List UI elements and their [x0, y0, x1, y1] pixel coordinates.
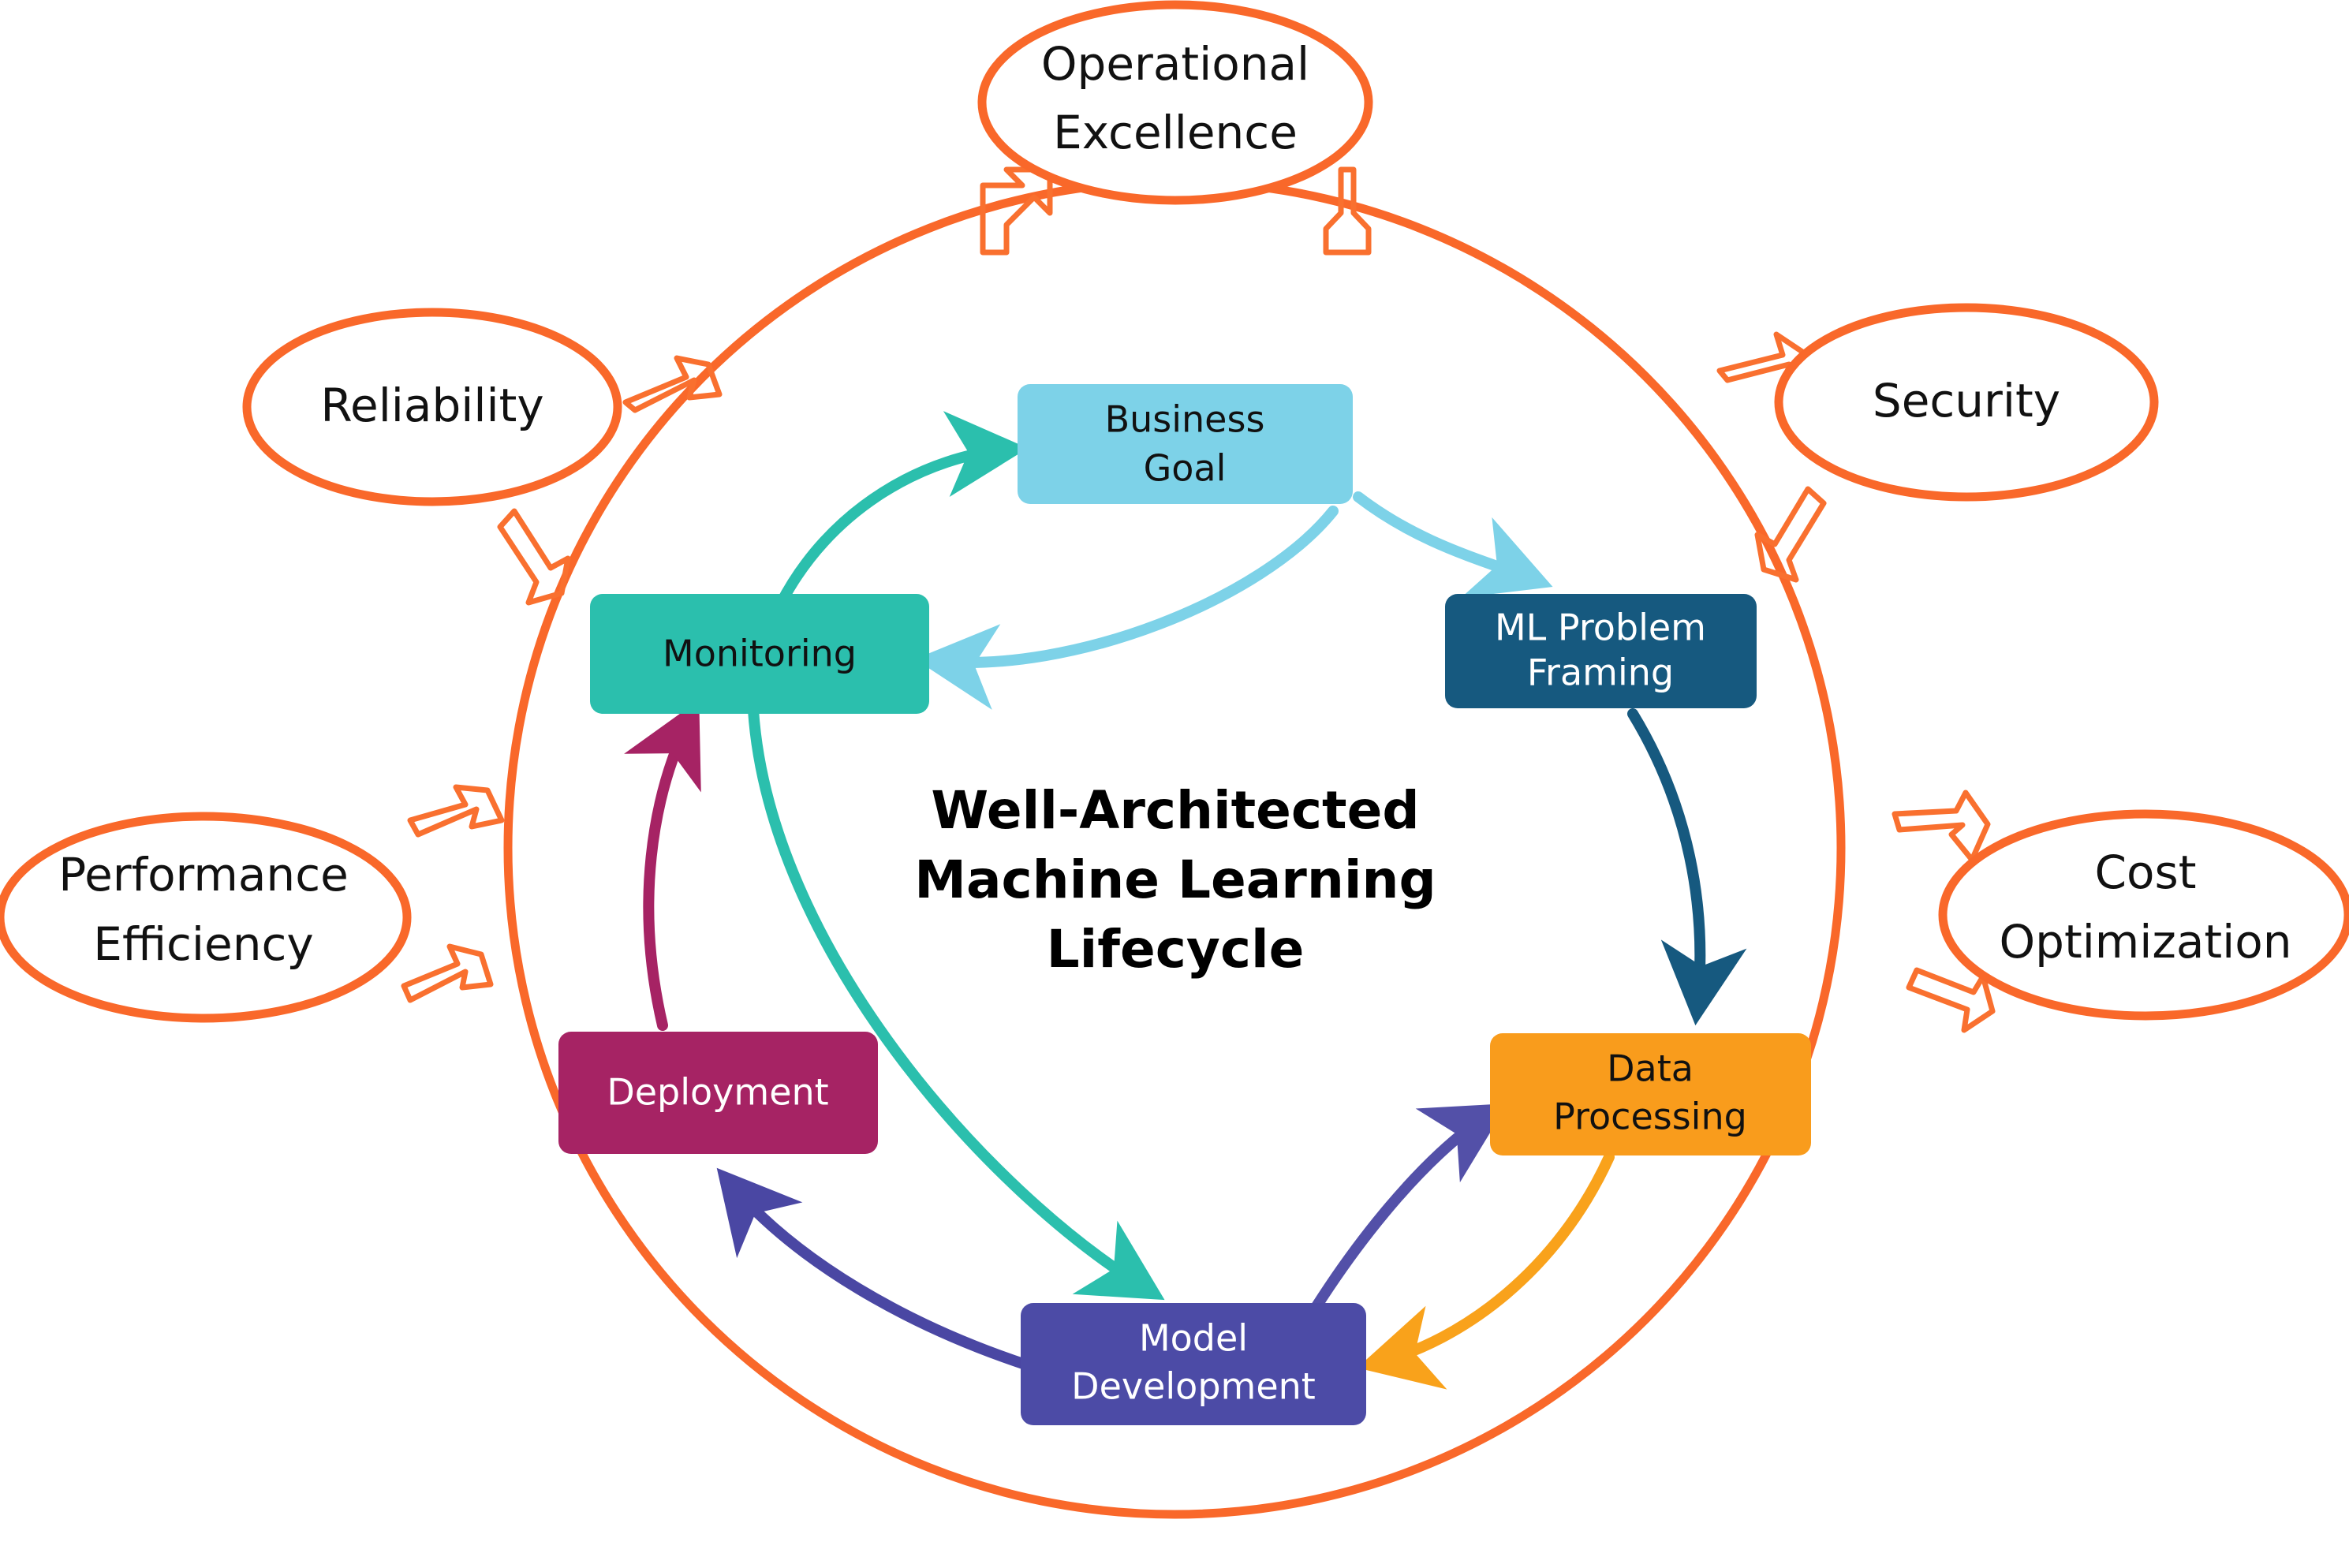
deployment-label-line1: Deployment — [607, 1071, 828, 1114]
diagram-canvas: Operational Excellence Security Cost Opt… — [0, 0, 2349, 1568]
center-title: Well-Architected Machine Learning Lifecy… — [914, 780, 1436, 980]
center-title-line3: Lifecycle — [1047, 919, 1305, 980]
model-development-label-line2: Development — [1071, 1365, 1316, 1408]
ml-problem-framing-label-line1: ML Problem — [1495, 607, 1706, 649]
performance-efficiency-label-line2: Efficiency — [93, 917, 313, 971]
edge-deployment-to-monitoring — [624, 700, 701, 1031]
performance-efficiency-label-line1: Performance — [58, 848, 349, 902]
pillar-performance-efficiency[interactable]: Performance Efficiency — [0, 812, 412, 1023]
pillar-reliability[interactable]: Reliability — [242, 308, 622, 506]
center-title-line1: Well-Architected — [931, 780, 1419, 841]
node-monitoring[interactable]: Monitoring — [590, 594, 929, 714]
edge-ml-problem-framing-to-data-processing — [1627, 708, 1747, 1026]
node-deployment[interactable]: Deployment — [558, 1032, 878, 1154]
edge-model-development-to-deployment — [716, 1167, 1031, 1370]
node-model-development[interactable]: Model Development — [1021, 1303, 1366, 1425]
reliability-label-line1: Reliability — [320, 379, 543, 432]
operational-excellence-ellipse[interactable] — [977, 0, 1373, 205]
business-goal-label-line1: Business — [1105, 398, 1265, 441]
monitoring-label-line1: Monitoring — [663, 633, 857, 675]
pillar-security[interactable]: Security — [1774, 303, 2159, 502]
center-title-line2: Machine Learning — [914, 849, 1436, 910]
connector-performance-efficiency — [401, 784, 505, 1003]
pillar-operational-excellence[interactable]: Operational Excellence — [977, 0, 1373, 205]
well-architected-ml-lifecycle-diagram: Operational Excellence Security Cost Opt… — [0, 0, 2349, 1519]
model-development-label-line1: Model — [1139, 1317, 1248, 1360]
cost-optimization-label-line2: Optimization — [1999, 915, 2291, 969]
operational-excellence-label-line1: Operational — [1041, 37, 1309, 91]
edge-monitoring-to-business-goal — [771, 411, 1029, 617]
edge-business-goal-to-ml-problem-framing — [1353, 491, 1553, 598]
edge-business-goal-to-monitoring — [914, 506, 1339, 710]
data-processing-label-line2: Processing — [1553, 1096, 1747, 1138]
security-label-line1: Security — [1873, 374, 2060, 427]
business-goal-label-line2: Goal — [1144, 447, 1227, 490]
node-ml-problem-framing[interactable]: ML Problem Framing — [1445, 594, 1757, 708]
node-business-goal[interactable]: Business Goal — [1018, 384, 1353, 504]
node-data-processing[interactable]: Data Processing — [1490, 1033, 1811, 1155]
pillar-cost-optimization[interactable]: Cost Optimization — [1938, 809, 2349, 1021]
cost-optimization-label-line1: Cost — [2095, 846, 2197, 899]
data-processing-label-line1: Data — [1607, 1047, 1694, 1090]
ml-problem-framing-label-line2: Framing — [1527, 651, 1674, 694]
operational-excellence-label-line2: Excellence — [1053, 106, 1298, 159]
